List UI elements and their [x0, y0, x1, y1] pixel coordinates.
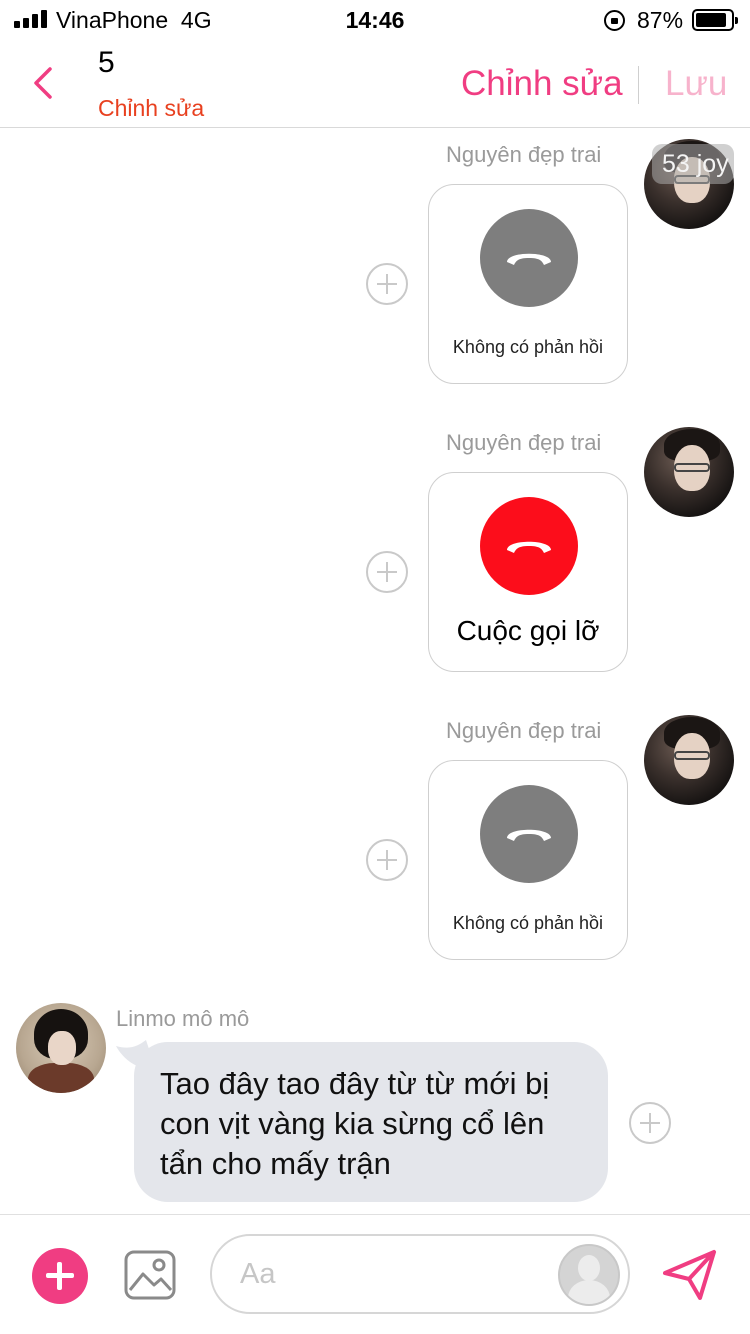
conversation-subtitle: Chỉnh sửa — [98, 95, 205, 121]
conversation-header: 5 Chỉnh sửa Chỉnh sửa Lưu — [0, 40, 750, 128]
sender-name: Linmo mô mô — [116, 1006, 250, 1031]
hang-up-phone-icon — [507, 829, 551, 841]
rotation-lock-icon — [604, 10, 625, 31]
status-bar: VinaPhone 4G 14:46 87% — [0, 0, 750, 40]
back-chevron-icon[interactable] — [30, 66, 58, 100]
add-reaction-icon[interactable] — [366, 839, 408, 881]
call-caption: Không có phản hồi — [452, 337, 604, 357]
call-message-card[interactable]: Không có phản hồi — [428, 760, 628, 960]
sender-name: Nguyên đẹp trai — [446, 430, 602, 455]
message-line: tẩn cho mấy trận — [160, 1146, 391, 1181]
call-message-card[interactable]: Không có phản hồi — [428, 184, 628, 384]
message-line: Tao đây tao đây từ từ mới bị — [160, 1066, 550, 1101]
text-message-bubble[interactable]: Tao đây tao đây từ từ mới bị con vịt vàn… — [134, 1042, 608, 1202]
send-icon[interactable] — [662, 1249, 718, 1301]
call-status-circle — [480, 209, 578, 307]
save-button[interactable]: Lưu — [665, 64, 727, 104]
hang-up-phone-icon — [507, 253, 551, 265]
sender-avatar[interactable] — [16, 1003, 106, 1093]
plus-icon[interactable] — [32, 1248, 88, 1304]
sender-name: Nguyên đẹp trai — [446, 718, 602, 743]
sticker-avatar-icon[interactable] — [558, 1244, 620, 1306]
sender-avatar[interactable] — [644, 715, 734, 805]
add-reaction-icon[interactable] — [629, 1102, 671, 1144]
hang-up-phone-icon — [507, 541, 551, 553]
battery-percent: 87% — [637, 7, 684, 33]
sender-name: Nguyên đẹp trai — [446, 142, 602, 167]
message-input[interactable] — [240, 1250, 540, 1298]
call-status-circle — [480, 785, 578, 883]
sender-avatar[interactable] — [644, 427, 734, 517]
gallery-icon[interactable] — [124, 1250, 176, 1300]
edit-button[interactable]: Chỉnh sửa — [461, 64, 623, 104]
conversation-title: 5 — [98, 46, 115, 79]
call-message-card[interactable]: Cuộc gọi lỡ — [428, 472, 628, 672]
timestamp-badge: 53 joy — [652, 144, 734, 184]
call-caption: Không có phản hồi — [452, 913, 604, 933]
battery-icon — [692, 9, 738, 31]
message-input-field[interactable] — [210, 1234, 630, 1314]
message-composer — [0, 1214, 750, 1334]
add-reaction-icon[interactable] — [366, 551, 408, 593]
battery-fill — [696, 13, 726, 27]
add-reaction-icon[interactable] — [366, 263, 408, 305]
header-divider — [638, 66, 639, 104]
message-line: con vịt vàng kia sừng cổ lên — [160, 1106, 545, 1141]
call-status-circle — [480, 497, 578, 595]
call-caption: Cuộc gọi lỡ — [456, 615, 600, 646]
